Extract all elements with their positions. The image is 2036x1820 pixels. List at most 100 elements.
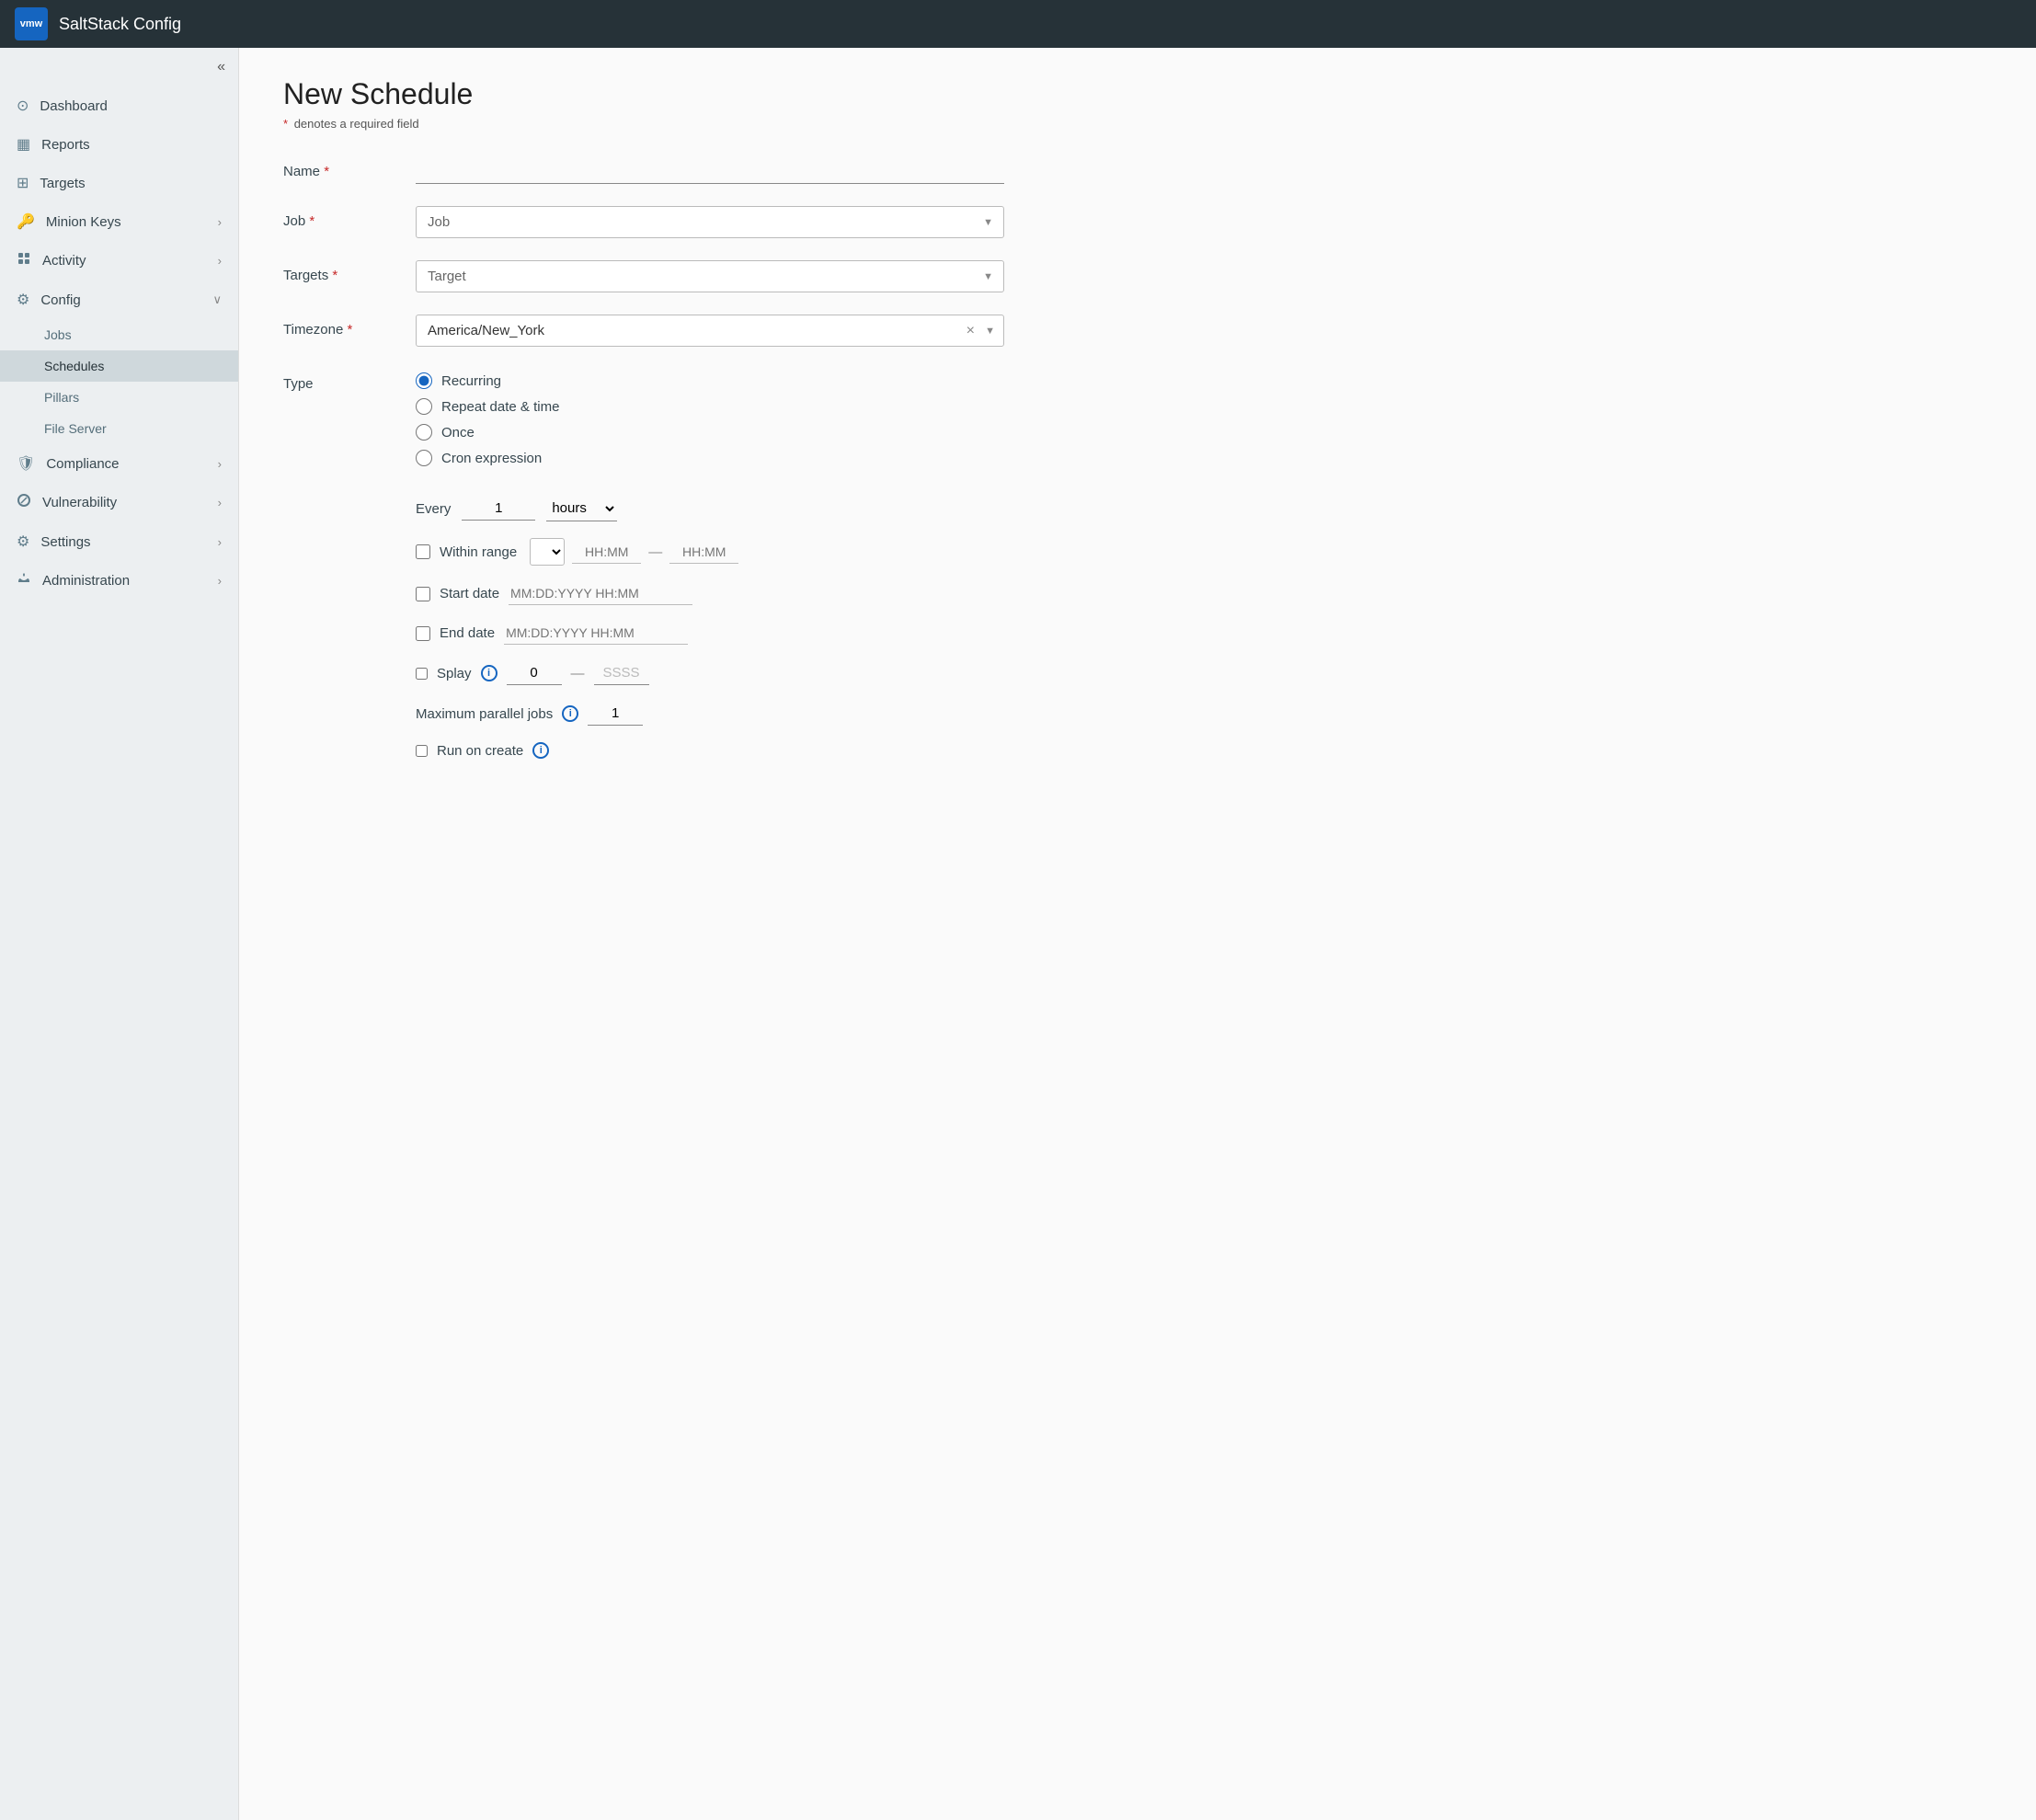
- radio-recurring[interactable]: Recurring: [416, 372, 1004, 389]
- sidebar-item-label: Minion Keys: [46, 214, 207, 230]
- radio-recurring-input[interactable]: [416, 372, 432, 389]
- app-header: vmw SaltStack Config: [0, 0, 2036, 48]
- every-unit-select[interactable]: hours minutes days weeks: [546, 496, 617, 521]
- name-control-area: [416, 156, 1004, 184]
- targets-select-wrapper: Target: [416, 260, 1004, 292]
- run-on-create-label: Run on create: [437, 743, 523, 759]
- sidebar-item-dashboard[interactable]: ⊙ Dashboard: [0, 86, 238, 125]
- radio-once-label: Once: [441, 425, 475, 441]
- run-on-create-checkbox[interactable]: [416, 745, 428, 757]
- chevron-right-icon: ›: [218, 574, 222, 588]
- end-date-row: End date: [416, 622, 1004, 645]
- job-control-area: Job: [416, 206, 1004, 238]
- sidebar-item-label: Reports: [41, 137, 222, 153]
- timezone-row: Timezone * × ▼: [283, 315, 1992, 347]
- splay-checkbox[interactable]: [416, 668, 428, 680]
- schedule-options-area: Every hours minutes days weeks Within ra…: [416, 488, 1004, 759]
- type-label: Type: [283, 369, 394, 392]
- start-date-row: Start date: [416, 582, 1004, 605]
- config-icon: ⚙: [17, 291, 29, 309]
- radio-once-input[interactable]: [416, 424, 432, 441]
- job-label: Job *: [283, 206, 394, 229]
- sidebar-item-compliance[interactable]: 🛡 Compliance ›: [0, 444, 238, 483]
- radio-repeat-label: Repeat date & time: [441, 399, 559, 415]
- range-inputs: —: [530, 538, 738, 566]
- sidebar-item-label: Compliance: [46, 456, 206, 472]
- sidebar-item-label: Vulnerability: [42, 495, 207, 510]
- timezone-clear-button[interactable]: ×: [967, 323, 975, 339]
- end-date-input[interactable]: [504, 622, 688, 645]
- required-note: * denotes a required field: [283, 117, 1992, 131]
- timezone-input[interactable]: [416, 315, 1004, 347]
- app-logo: vmw: [15, 7, 48, 40]
- splay-value-input[interactable]: [507, 661, 562, 685]
- splay-unit-input[interactable]: [594, 661, 649, 685]
- parallel-row: Maximum parallel jobs i: [416, 702, 1004, 726]
- timezone-label: Timezone *: [283, 315, 394, 338]
- range-start-time[interactable]: [572, 541, 641, 564]
- parallel-info-icon[interactable]: i: [562, 705, 578, 722]
- radio-recurring-label: Recurring: [441, 373, 501, 389]
- start-date-checkbox[interactable]: [416, 587, 430, 601]
- radio-cron-label: Cron expression: [441, 451, 542, 466]
- vulnerability-icon: [17, 493, 31, 512]
- splay-dash: —: [571, 666, 585, 681]
- radio-repeat[interactable]: Repeat date & time: [416, 398, 1004, 415]
- sidebar-item-label: Targets: [40, 176, 222, 191]
- targets-control-area: Target: [416, 260, 1004, 292]
- every-row: Every hours minutes days weeks: [416, 496, 1004, 521]
- sidebar: « ⊙ Dashboard ▦ Reports ⊞ Targets 🔑 Mini…: [0, 48, 239, 1820]
- sidebar-item-targets[interactable]: ⊞ Targets: [0, 164, 238, 202]
- splay-label: Splay: [437, 666, 472, 681]
- start-date-input[interactable]: [509, 582, 692, 605]
- sidebar-item-label: Dashboard: [40, 98, 222, 114]
- sidebar-item-label: Administration: [42, 573, 207, 589]
- sidebar-item-reports[interactable]: ▦ Reports: [0, 125, 238, 164]
- radio-repeat-input[interactable]: [416, 398, 432, 415]
- range-type-select[interactable]: [530, 538, 565, 566]
- end-date-checkbox[interactable]: [416, 626, 430, 641]
- sidebar-item-settings[interactable]: ⚙ Settings ›: [0, 522, 238, 561]
- targets-row: Targets * Target: [283, 260, 1992, 292]
- job-select[interactable]: Job: [416, 206, 1004, 238]
- sidebar-item-label: Config: [40, 292, 201, 308]
- sidebar-item-vulnerability[interactable]: Vulnerability ›: [0, 483, 238, 522]
- name-input[interactable]: [416, 156, 1004, 184]
- radio-once[interactable]: Once: [416, 424, 1004, 441]
- every-value-input[interactable]: [462, 497, 535, 521]
- within-range-label: Within range: [440, 544, 517, 560]
- radio-cron[interactable]: Cron expression: [416, 450, 1004, 466]
- parallel-value-input[interactable]: [588, 702, 643, 726]
- sidebar-item-label: Activity: [42, 253, 207, 269]
- every-label: Every: [416, 501, 451, 517]
- sidebar-item-config[interactable]: ⚙ Config ∨: [0, 280, 238, 319]
- parallel-label: Maximum parallel jobs: [416, 706, 553, 722]
- sidebar-item-minion-keys[interactable]: 🔑 Minion Keys ›: [0, 202, 238, 241]
- settings-icon: ⚙: [17, 532, 29, 551]
- chevron-down-icon: ∨: [212, 292, 222, 307]
- run-on-create-info-icon[interactable]: i: [532, 742, 549, 759]
- dashboard-icon: ⊙: [17, 97, 29, 115]
- range-dash: —: [648, 544, 662, 560]
- required-asterisk: *: [283, 117, 288, 131]
- type-radio-group: Recurring Repeat date & time Once Cron e…: [416, 369, 1004, 466]
- radio-cron-input[interactable]: [416, 450, 432, 466]
- splay-info-icon[interactable]: i: [481, 665, 498, 681]
- targets-select[interactable]: Target: [416, 260, 1004, 292]
- range-end-time[interactable]: [669, 541, 738, 564]
- within-range-checkbox[interactable]: [416, 544, 430, 559]
- sidebar-subitem-pillars[interactable]: Pillars: [0, 382, 238, 413]
- run-on-create-row: Run on create i: [416, 742, 1004, 759]
- sidebar-item-administration[interactable]: Administration ›: [0, 561, 238, 601]
- job-select-wrapper: Job: [416, 206, 1004, 238]
- sidebar-collapse-button[interactable]: «: [217, 59, 225, 75]
- chevron-right-icon: ›: [218, 535, 222, 549]
- sidebar-subitem-file-server[interactable]: File Server: [0, 413, 238, 444]
- sidebar-subitem-schedules[interactable]: Schedules: [0, 350, 238, 382]
- activity-icon: [17, 251, 31, 270]
- sidebar-item-activity[interactable]: Activity ›: [0, 241, 238, 280]
- sidebar-subitem-jobs[interactable]: Jobs: [0, 319, 238, 350]
- type-control-area: Recurring Repeat date & time Once Cron e…: [416, 369, 1004, 466]
- sidebar-collapse-area: «: [0, 48, 238, 86]
- chevron-right-icon: ›: [218, 215, 222, 229]
